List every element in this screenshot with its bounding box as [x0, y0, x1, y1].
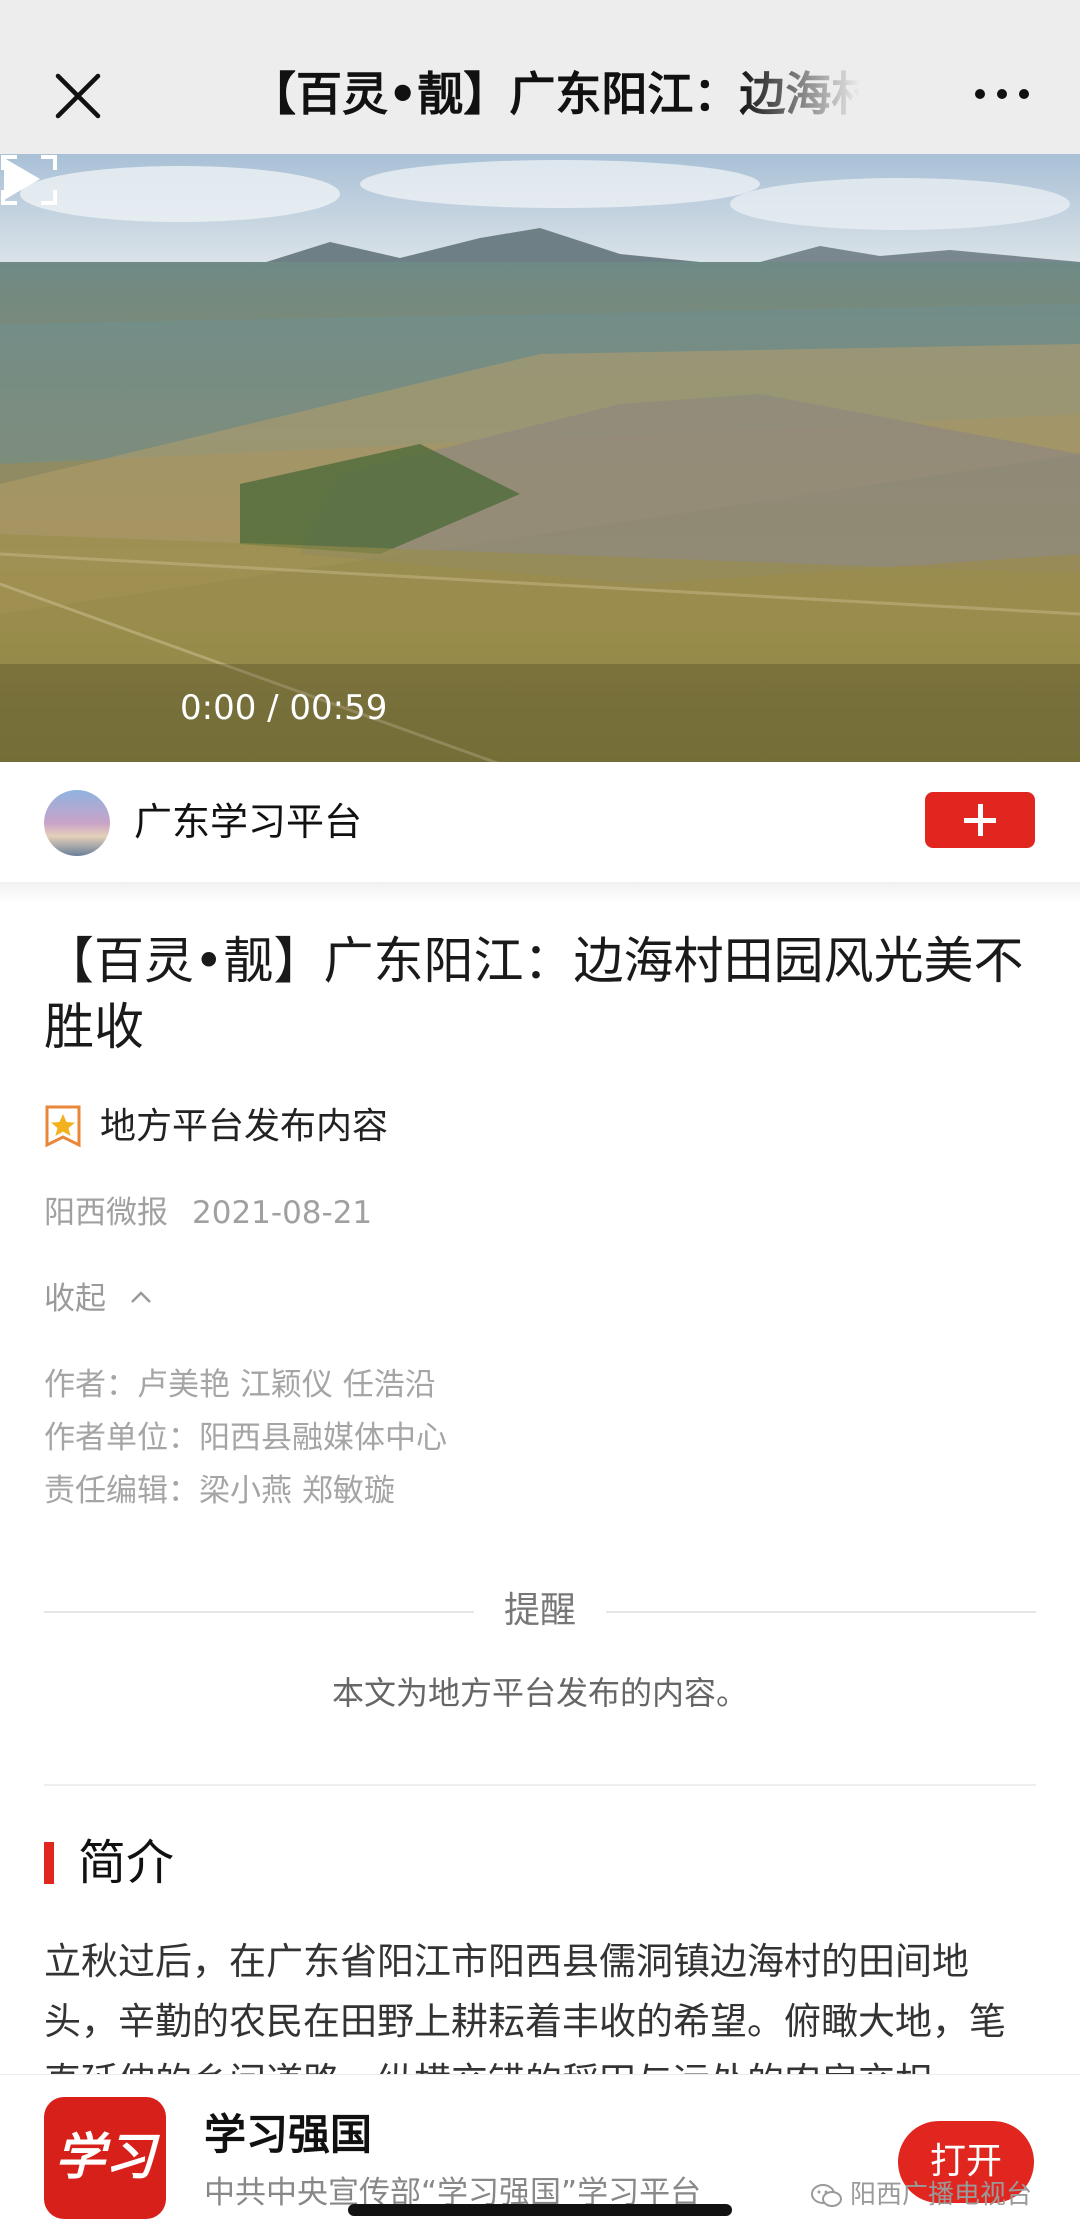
- collapse-toggle[interactable]: 收起: [44, 1274, 152, 1324]
- intro-body: 立秋过后，在广东省阳江市阳西县儒洞镇边海村的田间地头，辛勤的农民在田野上耕耘着丰…: [44, 1940, 1006, 2082]
- star-badge-icon: [45, 1105, 81, 1148]
- reminder-text: 本文为地方平台发布的内容。: [331, 1674, 748, 1712]
- collapse-label: 收起: [44, 1281, 106, 1317]
- section-marker: [44, 1842, 54, 1884]
- divider: [44, 1611, 474, 1613]
- divider: [44, 1784, 1036, 1786]
- publish-date: 2021-08-21: [192, 1195, 373, 1231]
- wechat-icon: [811, 2183, 842, 2207]
- article-meta: 阳西微报 2021-08-21: [44, 1188, 372, 1238]
- author-line: 作者：卢美艳 江颖仪 任浩沿: [44, 1367, 436, 1403]
- top-navigation-bar: 【百灵•靓】广东阳江：边海村田园风光美不胜收: [0, 0, 1080, 154]
- author-unit-line: 作者单位：阳西县融媒体中心: [44, 1420, 447, 1456]
- watermark: 阳西广播电视台: [810, 2175, 1032, 2215]
- page-title: 【百灵•靓】广东阳江：边海村田园风光美不胜收: [250, 67, 860, 121]
- avatar[interactable]: [44, 790, 110, 856]
- more-icon[interactable]: [972, 80, 1032, 108]
- video-player[interactable]: 0:00 / 00:59: [0, 154, 1080, 762]
- local-platform-badge: 地方平台发布内容: [100, 1106, 389, 1147]
- app-name: 学习强国: [204, 2110, 373, 2159]
- chevron-up-icon: [130, 1290, 151, 1303]
- source-name[interactable]: 广东学习平台: [134, 792, 362, 852]
- app-logo: 学习: [44, 2097, 166, 2219]
- article-title: 【百灵•靓】广东阳江：边海村田园风光美不胜收: [44, 932, 1024, 1056]
- intro-heading: 简介: [78, 1835, 175, 1891]
- video-time: 0:00 / 00:59: [180, 688, 388, 728]
- publisher[interactable]: 阳西微报: [44, 1195, 168, 1231]
- editor-line: 责任编辑：梁小燕 郑敏璇: [44, 1473, 395, 1509]
- watermark-text: 阳西广播电视台: [850, 2180, 1033, 2210]
- reminder-title: 提醒: [503, 1590, 576, 1631]
- source-bar: 广东学习平台: [0, 762, 1080, 882]
- follow-button[interactable]: [925, 792, 1035, 848]
- divider: [0, 882, 1080, 902]
- home-indicator[interactable]: [348, 2204, 732, 2216]
- divider: [606, 1611, 1036, 1613]
- video-frame-image: [0, 154, 1080, 762]
- fullscreen-icon[interactable]: [0, 154, 58, 206]
- close-icon[interactable]: [50, 68, 106, 124]
- app-logo-text: 学习: [55, 2127, 155, 2186]
